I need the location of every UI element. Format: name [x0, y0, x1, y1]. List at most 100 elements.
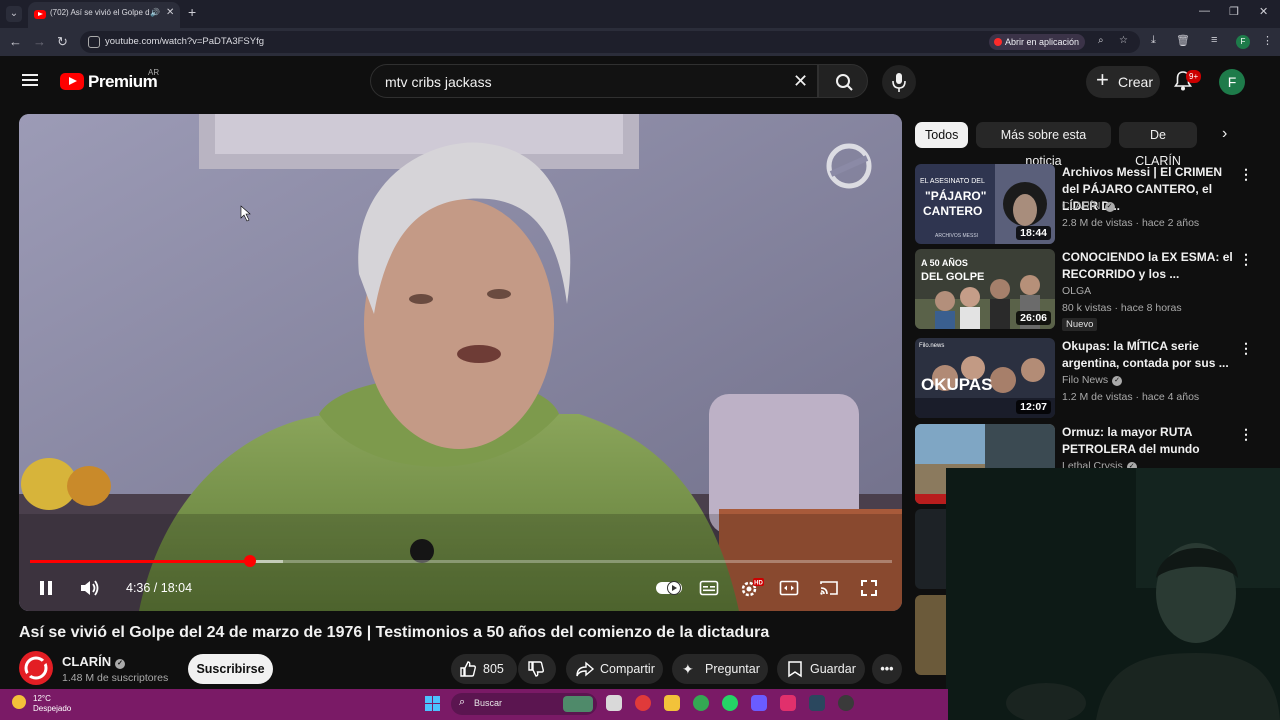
- download-icon[interactable]: ⤓: [1151, 34, 1156, 47]
- search-input[interactable]: mtv cribs jackass ✕: [370, 64, 818, 98]
- app-icon[interactable]: [838, 695, 854, 711]
- browser-tab-active[interactable]: (702) Así se vivió el Golpe d 🔊 ✕: [28, 2, 180, 28]
- theater-mode-icon[interactable]: [779, 579, 799, 597]
- account-avatar[interactable]: F: [1219, 69, 1245, 95]
- recommendation-title[interactable]: CONOCIENDO la EX ESMA: el RECORRIDO y lo…: [1062, 249, 1234, 283]
- like-button[interactable]: 805: [451, 654, 517, 684]
- zoom-icon[interactable]: ⌕: [1098, 35, 1104, 46]
- minimize-icon[interactable]: —: [1199, 5, 1210, 17]
- search-input-value[interactable]: mtv cribs jackass: [385, 74, 492, 90]
- taskbar-search[interactable]: ⌕ Buscar: [451, 693, 597, 715]
- weather-temperature[interactable]: 12°C: [33, 694, 51, 703]
- reading-list-icon[interactable]: ≡: [1211, 34, 1217, 46]
- video-player[interactable]: [19, 114, 902, 611]
- share-button[interactable]: Compartir: [566, 654, 663, 684]
- chevron-right-icon[interactable]: ›: [1222, 125, 1227, 143]
- progress-scrubber-handle[interactable]: [243, 555, 256, 567]
- recommendation-item[interactable]: EL ASESINATO DEL "PÁJARO" CANTERO ARCHIV…: [915, 164, 1260, 244]
- chip-all[interactable]: Todos: [915, 122, 968, 148]
- autoplay-toggle-icon[interactable]: [655, 579, 683, 597]
- app-icon[interactable]: [751, 695, 767, 711]
- bookmark-star-icon[interactable]: ☆: [1119, 35, 1128, 46]
- webcam-feed: [946, 468, 1280, 720]
- recommendation-thumbnail-partial[interactable]: [915, 509, 947, 589]
- recommendation-channel[interactable]: CLARÍN ✓: [1062, 200, 1115, 212]
- settings-gear-icon[interactable]: HD: [738, 577, 764, 599]
- subtitles-icon[interactable]: [699, 579, 719, 597]
- recommendation-channel[interactable]: OLGA: [1062, 285, 1091, 297]
- tab-search-menu-icon[interactable]: ⌄: [6, 6, 22, 22]
- chrome-icon[interactable]: [693, 695, 709, 711]
- window-close-icon[interactable]: ✕: [1259, 5, 1268, 18]
- browser-toolbar: ← → ↻ youtube.com/watch?v=PaDTA3FSYfg Ab…: [0, 28, 1280, 56]
- tab-close-icon[interactable]: ✕: [166, 7, 174, 18]
- more-options-icon[interactable]: ⋮: [1239, 251, 1253, 268]
- weather-moon-icon[interactable]: [12, 695, 26, 709]
- recommendation-item[interactable]: A 50 AÑOS DEL GOLPE 26:06 CONOCIENDO la …: [915, 249, 1260, 331]
- create-button[interactable]: Crear: [1086, 64, 1160, 98]
- more-options-icon[interactable]: ⋮: [1239, 166, 1253, 183]
- recommendation-title[interactable]: Okupas: la MÍTICA serie argentina, conta…: [1062, 338, 1234, 372]
- instagram-icon[interactable]: [780, 695, 796, 711]
- restore-icon[interactable]: ❐: [1229, 5, 1239, 18]
- video-thumbnail[interactable]: EL ASESINATO DEL "PÁJARO" CANTERO ARCHIV…: [915, 164, 1055, 244]
- recommendation-channel[interactable]: Filo News ✓: [1062, 374, 1123, 386]
- dislike-button[interactable]: [518, 654, 556, 684]
- more-actions-icon[interactable]: •••: [872, 654, 902, 684]
- hd-badge: HD: [754, 581, 763, 587]
- weather-description[interactable]: Despejado: [33, 704, 71, 713]
- delete-icon[interactable]: 🗑: [1176, 34, 1190, 47]
- file-explorer-icon[interactable]: [664, 695, 680, 711]
- video-thumbnail[interactable]: Filo.news OKUPAS 12:07: [915, 338, 1055, 418]
- search-button[interactable]: [818, 64, 868, 98]
- voice-search-button[interactable]: [882, 65, 916, 99]
- recommendation-thumbnail-partial[interactable]: [915, 595, 947, 675]
- more-options-icon[interactable]: ⋮: [1239, 340, 1253, 357]
- whatsapp-icon[interactable]: [722, 695, 738, 711]
- new-tab-icon[interactable]: +: [188, 4, 196, 20]
- steam-icon[interactable]: [809, 695, 825, 711]
- recommendation-title[interactable]: Ormuz: la mayor RUTA PETROLERA del mundo: [1062, 424, 1234, 458]
- chip-more-news[interactable]: Más sobre esta noticia: [976, 122, 1111, 168]
- recommendation-channel-text[interactable]: Filo News: [1062, 374, 1108, 386]
- address-bar[interactable]: youtube.com/watch?v=PaDTA3FSYfg Abrir en…: [80, 31, 1140, 53]
- open-in-app-chip[interactable]: Abrir en aplicación: [989, 34, 1086, 50]
- windows-start-icon[interactable]: [425, 696, 441, 712]
- recommendation-channel-text[interactable]: CLARÍN: [1062, 200, 1101, 212]
- pause-icon[interactable]: [37, 579, 55, 597]
- clear-search-icon[interactable]: ✕: [793, 71, 808, 92]
- save-button[interactable]: Guardar: [777, 654, 865, 684]
- logo-text[interactable]: Premium: [88, 72, 158, 92]
- url-text[interactable]: youtube.com/watch?v=PaDTA3FSYfg: [105, 36, 264, 47]
- reload-icon[interactable]: ↻: [57, 34, 68, 50]
- ask-button[interactable]: ✦ Preguntar: [672, 654, 768, 684]
- search-icon: ⌕: [459, 696, 466, 708]
- save-label: Guardar: [810, 662, 856, 676]
- forward-icon[interactable]: →: [33, 34, 46, 49]
- back-icon[interactable]: ←: [9, 34, 22, 49]
- duration-badge: 18:44: [1016, 226, 1051, 240]
- menu-icon[interactable]: [22, 74, 38, 86]
- more-options-icon[interactable]: ⋮: [1239, 426, 1253, 443]
- browser-profile-avatar[interactable]: F: [1236, 35, 1250, 49]
- site-info-icon[interactable]: [88, 36, 100, 48]
- chip-from-clarin[interactable]: De CLARÍN: [1119, 122, 1197, 168]
- channel-name-text[interactable]: CLARÍN: [62, 654, 111, 669]
- cast-icon[interactable]: [819, 579, 839, 597]
- video-thumbnail[interactable]: A 50 AÑOS DEL GOLPE 26:06: [915, 249, 1055, 329]
- app-icon[interactable]: [635, 695, 651, 711]
- task-view-icon[interactable]: [606, 695, 622, 711]
- subscribe-button[interactable]: Suscribirse: [188, 654, 273, 684]
- verified-icon: ✓: [115, 659, 126, 669]
- fullscreen-icon[interactable]: [860, 579, 878, 597]
- browser-menu-icon[interactable]: ⋮: [1262, 34, 1273, 47]
- channel-avatar[interactable]: [19, 651, 53, 685]
- recommendation-item[interactable]: Filo.news OKUPAS 12:07 Okupas: la MÍTICA…: [915, 338, 1260, 418]
- tab-title: (702) Así se vivió el Golpe d: [50, 8, 150, 17]
- youtube-logo-icon[interactable]: [60, 73, 84, 90]
- progress-bar[interactable]: [30, 555, 892, 567]
- tab-audio-icon[interactable]: 🔊: [150, 8, 160, 17]
- volume-icon[interactable]: [79, 578, 101, 598]
- thumbs-down-icon: [528, 661, 544, 677]
- channel-name[interactable]: CLARÍN ✓: [62, 654, 126, 669]
